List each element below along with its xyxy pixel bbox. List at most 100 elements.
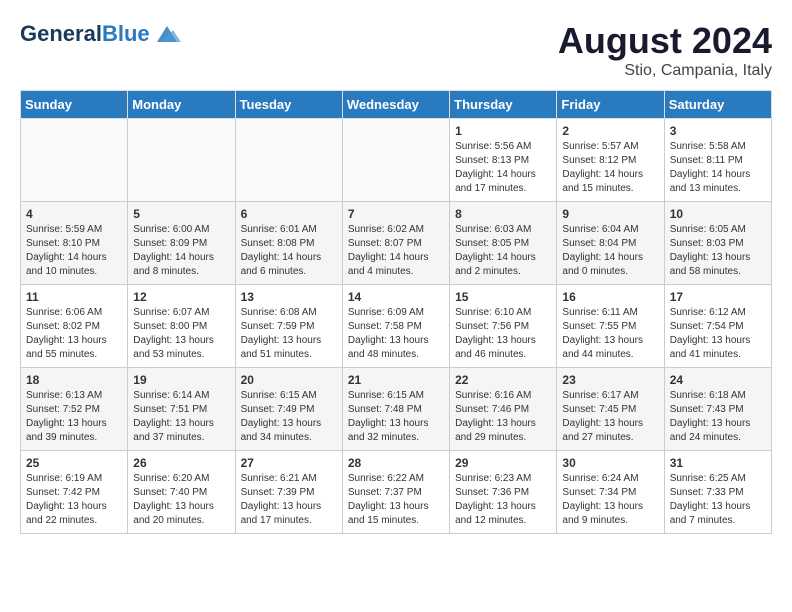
calendar-cell: 27 Sunrise: 6:21 AM Sunset: 7:39 PM Dayli…: [235, 451, 342, 534]
header-wednesday: Wednesday: [342, 91, 449, 119]
day-number: 29: [455, 456, 551, 470]
day-info: Sunrise: 6:08 AM Sunset: 7:59 PM Dayligh…: [241, 306, 337, 362]
day-number: 28: [348, 456, 444, 470]
logo: GeneralBlue: [20, 20, 181, 48]
week-row-1: 1 Sunrise: 5:56 AM Sunset: 8:13 PM Daylig…: [21, 119, 772, 202]
day-number: 25: [26, 456, 122, 470]
day-info: Sunrise: 6:16 AM Sunset: 7:46 PM Dayligh…: [455, 389, 551, 445]
day-info: Sunrise: 6:25 AM Sunset: 7:33 PM Dayligh…: [670, 472, 766, 528]
calendar-cell: 31 Sunrise: 6:25 AM Sunset: 7:33 PM Dayli…: [664, 451, 771, 534]
day-number: 18: [26, 373, 122, 387]
calendar-cell: 16 Sunrise: 6:11 AM Sunset: 7:55 PM Dayli…: [557, 285, 664, 368]
calendar-cell: 22Sunrise: 6:16 AM Sunset: 7:46 PM Dayli…: [450, 368, 557, 451]
day-number: 16: [562, 290, 658, 304]
calendar-cell: [235, 119, 342, 202]
day-info: Sunrise: 5:58 AM Sunset: 8:11 PM Dayligh…: [670, 140, 766, 196]
day-info: Sunrise: 6:07 AM Sunset: 8:00 PM Dayligh…: [133, 306, 229, 362]
day-info: Sunrise: 5:59 AM Sunset: 8:10 PM Dayligh…: [26, 223, 122, 279]
day-number: 19: [133, 373, 229, 387]
logo-icon: [153, 20, 181, 48]
week-row-3: 11Sunrise: 6:06 AM Sunset: 8:02 PM Dayli…: [21, 285, 772, 368]
day-info: Sunrise: 6:21 AM Sunset: 7:39 PM Dayligh…: [241, 472, 337, 528]
calendar-cell: 7 Sunrise: 6:02 AM Sunset: 8:07 PM Daylig…: [342, 202, 449, 285]
day-info: Sunrise: 6:11 AM Sunset: 7:55 PM Dayligh…: [562, 306, 658, 362]
day-info: Sunrise: 6:06 AM Sunset: 8:02 PM Dayligh…: [26, 306, 122, 362]
day-info: Sunrise: 6:20 AM Sunset: 7:40 PM Dayligh…: [133, 472, 229, 528]
day-number: 30: [562, 456, 658, 470]
day-info: Sunrise: 5:57 AM Sunset: 8:12 PM Dayligh…: [562, 140, 658, 196]
day-number: 27: [241, 456, 337, 470]
header-thursday: Thursday: [450, 91, 557, 119]
day-info: Sunrise: 6:19 AM Sunset: 7:42 PM Dayligh…: [26, 472, 122, 528]
day-info: Sunrise: 6:18 AM Sunset: 7:43 PM Dayligh…: [670, 389, 766, 445]
week-row-5: 25 Sunrise: 6:19 AM Sunset: 7:42 PM Dayli…: [21, 451, 772, 534]
calendar-cell: 17 Sunrise: 6:12 AM Sunset: 7:54 PM Dayli…: [664, 285, 771, 368]
day-number: 21: [348, 373, 444, 387]
day-number: 7: [348, 207, 444, 221]
day-info: Sunrise: 6:02 AM Sunset: 8:07 PM Dayligh…: [348, 223, 444, 279]
day-info: Sunrise: 6:12 AM Sunset: 7:54 PM Dayligh…: [670, 306, 766, 362]
calendar-cell: [128, 119, 235, 202]
header-tuesday: Tuesday: [235, 91, 342, 119]
day-number: 12: [133, 290, 229, 304]
header-row: SundayMondayTuesdayWednesdayThursdayFrid…: [21, 91, 772, 119]
calendar-cell: 13Sunrise: 6:08 AM Sunset: 7:59 PM Dayli…: [235, 285, 342, 368]
day-number: 4: [26, 207, 122, 221]
calendar-cell: 9 Sunrise: 6:04 AM Sunset: 8:04 PM Daylig…: [557, 202, 664, 285]
day-number: 23: [562, 373, 658, 387]
day-info: Sunrise: 6:00 AM Sunset: 8:09 PM Dayligh…: [133, 223, 229, 279]
calendar-cell: 18 Sunrise: 6:13 AM Sunset: 7:52 PM Dayli…: [21, 368, 128, 451]
calendar-cell: 8Sunrise: 6:03 AM Sunset: 8:05 PM Daylig…: [450, 202, 557, 285]
day-number: 15: [455, 290, 551, 304]
calendar-cell: [342, 119, 449, 202]
day-info: Sunrise: 6:04 AM Sunset: 8:04 PM Dayligh…: [562, 223, 658, 279]
header-saturday: Saturday: [664, 91, 771, 119]
calendar-cell: 15Sunrise: 6:10 AM Sunset: 7:56 PM Dayli…: [450, 285, 557, 368]
calendar-cell: 1 Sunrise: 5:56 AM Sunset: 8:13 PM Daylig…: [450, 119, 557, 202]
day-number: 17: [670, 290, 766, 304]
calendar-header: SundayMondayTuesdayWednesdayThursdayFrid…: [21, 91, 772, 119]
day-number: 9: [562, 207, 658, 221]
calendar-cell: 10 Sunrise: 6:05 AM Sunset: 8:03 PM Dayli…: [664, 202, 771, 285]
day-number: 26: [133, 456, 229, 470]
day-number: 31: [670, 456, 766, 470]
day-info: Sunrise: 6:17 AM Sunset: 7:45 PM Dayligh…: [562, 389, 658, 445]
day-info: Sunrise: 6:09 AM Sunset: 7:58 PM Dayligh…: [348, 306, 444, 362]
calendar-cell: 29 Sunrise: 6:23 AM Sunset: 7:36 PM Dayli…: [450, 451, 557, 534]
calendar-cell: 25 Sunrise: 6:19 AM Sunset: 7:42 PM Dayli…: [21, 451, 128, 534]
day-info: Sunrise: 6:13 AM Sunset: 7:52 PM Dayligh…: [26, 389, 122, 445]
header-sunday: Sunday: [21, 91, 128, 119]
main-title: August 2024: [558, 20, 772, 62]
day-info: Sunrise: 5:56 AM Sunset: 8:13 PM Dayligh…: [455, 140, 551, 196]
calendar-cell: 5 Sunrise: 6:00 AM Sunset: 8:09 PM Daylig…: [128, 202, 235, 285]
day-number: 6: [241, 207, 337, 221]
day-number: 5: [133, 207, 229, 221]
day-number: 10: [670, 207, 766, 221]
calendar-cell: 20Sunrise: 6:15 AM Sunset: 7:49 PM Dayli…: [235, 368, 342, 451]
calendar-cell: 11Sunrise: 6:06 AM Sunset: 8:02 PM Dayli…: [21, 285, 128, 368]
day-info: Sunrise: 6:05 AM Sunset: 8:03 PM Dayligh…: [670, 223, 766, 279]
day-info: Sunrise: 6:15 AM Sunset: 7:48 PM Dayligh…: [348, 389, 444, 445]
calendar-cell: 14Sunrise: 6:09 AM Sunset: 7:58 PM Dayli…: [342, 285, 449, 368]
day-info: Sunrise: 6:22 AM Sunset: 7:37 PM Dayligh…: [348, 472, 444, 528]
logo-text: GeneralBlue: [20, 22, 150, 46]
day-number: 8: [455, 207, 551, 221]
title-block: August 2024 Stio, Campania, Italy: [558, 20, 772, 80]
calendar-cell: 28 Sunrise: 6:22 AM Sunset: 7:37 PM Dayli…: [342, 451, 449, 534]
day-number: 24: [670, 373, 766, 387]
week-row-4: 18 Sunrise: 6:13 AM Sunset: 7:52 PM Dayli…: [21, 368, 772, 451]
calendar-cell: 3 Sunrise: 5:58 AM Sunset: 8:11 PM Daylig…: [664, 119, 771, 202]
calendar-cell: 24 Sunrise: 6:18 AM Sunset: 7:43 PM Dayli…: [664, 368, 771, 451]
day-number: 3: [670, 124, 766, 138]
day-info: Sunrise: 6:24 AM Sunset: 7:34 PM Dayligh…: [562, 472, 658, 528]
sub-title: Stio, Campania, Italy: [558, 62, 772, 80]
day-number: 1: [455, 124, 551, 138]
calendar-cell: 6 Sunrise: 6:01 AM Sunset: 8:08 PM Daylig…: [235, 202, 342, 285]
header-monday: Monday: [128, 91, 235, 119]
page-header: GeneralBlue August 2024 Stio, Campania, …: [20, 20, 772, 80]
day-info: Sunrise: 6:23 AM Sunset: 7:36 PM Dayligh…: [455, 472, 551, 528]
day-info: Sunrise: 6:14 AM Sunset: 7:51 PM Dayligh…: [133, 389, 229, 445]
day-info: Sunrise: 6:01 AM Sunset: 8:08 PM Dayligh…: [241, 223, 337, 279]
header-friday: Friday: [557, 91, 664, 119]
week-row-2: 4 Sunrise: 5:59 AM Sunset: 8:10 PM Daylig…: [21, 202, 772, 285]
